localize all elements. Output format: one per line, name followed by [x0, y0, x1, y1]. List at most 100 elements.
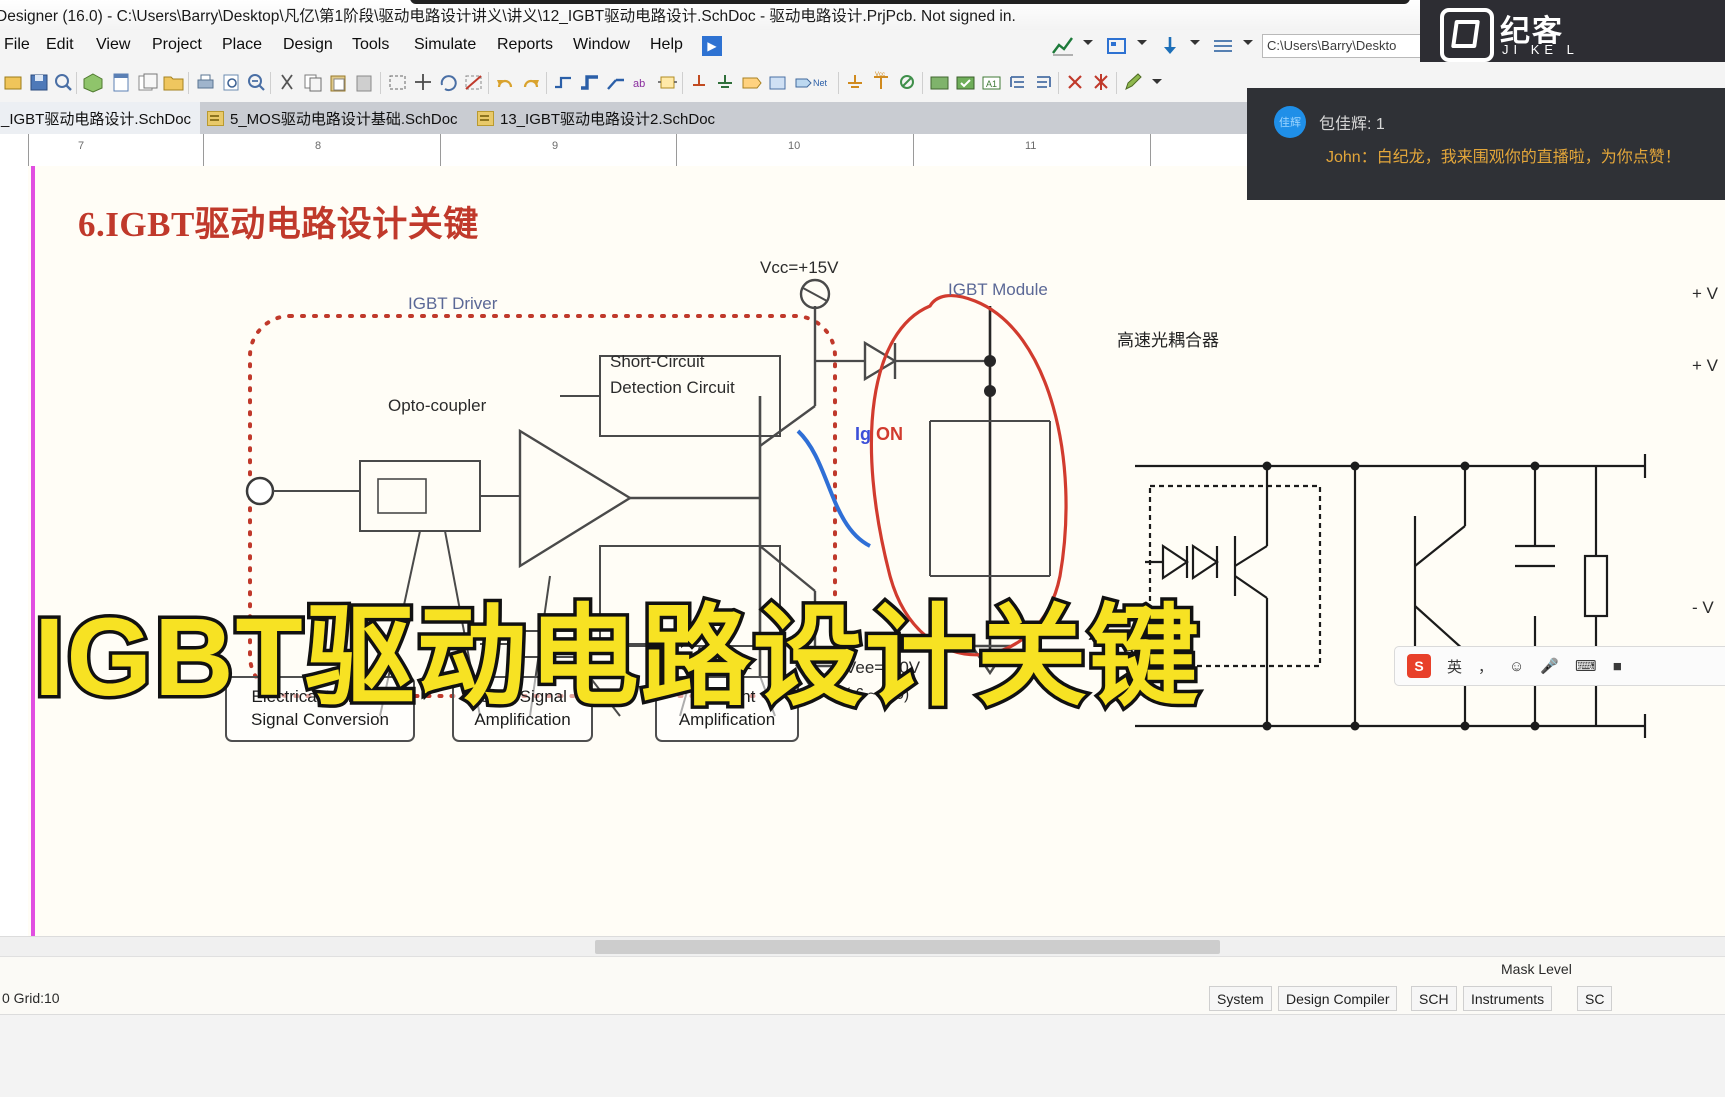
file-icon	[477, 110, 494, 126]
mask-level-label[interactable]: Mask Level	[1501, 961, 1572, 977]
panel-sch[interactable]: SCH	[1411, 986, 1457, 1011]
pen-icon[interactable]	[1122, 71, 1145, 94]
ime-toolbar[interactable]: S 英 ， ☺ 🎤 ⌨ ■	[1394, 646, 1725, 686]
place-part-icon[interactable]	[656, 71, 679, 94]
horizontal-scrollbar[interactable]	[0, 936, 1725, 957]
cut-icon[interactable]	[276, 71, 299, 94]
zoom-icon[interactable]	[52, 71, 75, 94]
rotate-icon[interactable]	[437, 71, 460, 94]
power-port-icon[interactable]	[688, 71, 711, 94]
redo-icon[interactable]	[520, 71, 543, 94]
label-ig: Ig	[855, 424, 871, 444]
port-icon[interactable]	[740, 71, 763, 94]
smiley-icon[interactable]: ☺	[1509, 658, 1524, 675]
play-arrow-icon[interactable]: ▶	[702, 36, 722, 56]
annotate-icon[interactable]: A1	[980, 71, 1003, 94]
menu-window[interactable]: Window	[573, 36, 630, 54]
move-icon[interactable]	[412, 71, 435, 94]
save-icon[interactable]	[28, 71, 51, 94]
menu-view[interactable]: View	[96, 36, 130, 54]
mic-icon[interactable]: 🎤	[1540, 657, 1559, 675]
ime-more-icon[interactable]: ■	[1613, 658, 1622, 675]
ruler-mark: 11	[1025, 140, 1037, 152]
menu-edit[interactable]: Edit	[46, 36, 74, 54]
window-title: Designer (16.0) - C:\Users\Barry\Desktop…	[0, 8, 1016, 25]
toolbar-separator-7	[682, 72, 683, 94]
chevron-down-icon-2[interactable]	[1137, 40, 1147, 45]
deselect-icon[interactable]	[462, 71, 485, 94]
menu-reports[interactable]: Reports	[497, 36, 553, 54]
bus-entry-icon[interactable]	[604, 71, 627, 94]
ime-punctuation-toggle[interactable]: ，	[1478, 656, 1493, 677]
validate-icon[interactable]	[954, 71, 977, 94]
bus-icon[interactable]	[578, 71, 601, 94]
sheet-boundary-line	[31, 166, 35, 936]
grid-icon[interactable]	[1210, 34, 1236, 58]
net-tool-icon[interactable]: Net	[812, 71, 835, 94]
chevron-down-icon-3[interactable]	[1190, 40, 1200, 45]
panel-system[interactable]: System	[1209, 986, 1272, 1011]
keyboard-icon[interactable]: ⌨	[1575, 657, 1597, 675]
cross-probe-icon[interactable]	[1064, 71, 1087, 94]
chat-message: John：白纪龙，我来围观你的直播啦，为你点赞！	[1326, 149, 1681, 166]
tab-mos-drive-basics[interactable]: 5_MOS驱动电路设计基础.SchDoc	[198, 102, 467, 134]
menu-place[interactable]: Place	[222, 36, 262, 54]
label-opto-coupler: Opto-coupler	[388, 396, 487, 415]
open-document-icon[interactable]	[2, 71, 25, 94]
menu-help[interactable]: Help	[650, 36, 683, 54]
gnd-port-icon[interactable]	[714, 71, 737, 94]
sogou-logo-icon[interactable]: S	[1407, 654, 1431, 678]
documents-icon[interactable]	[137, 71, 160, 94]
jike-logo-icon	[1440, 8, 1494, 62]
download-icon[interactable]	[1157, 34, 1183, 58]
tab-label: _IGBT驱动电路设计.SchDoc	[1, 110, 192, 128]
hierarchy-icon[interactable]	[1006, 71, 1029, 94]
menu-tools[interactable]: Tools	[352, 36, 389, 54]
menu-project[interactable]: Project	[152, 36, 202, 54]
ime-language-toggle[interactable]: 英	[1447, 656, 1462, 677]
label-ig-on: Ig ON	[855, 424, 903, 445]
tab-igbt-drive-circuit-2[interactable]: 13_IGBT驱动电路设计2.SchDoc	[468, 102, 724, 134]
chevron-down-icon-pen[interactable]	[1152, 79, 1162, 84]
svg-text:Net: Net	[813, 78, 828, 88]
panel-sc[interactable]: SC	[1577, 986, 1613, 1011]
schematic-canvas[interactable]: 6.IGBT驱动电路设计关键 IGBT Driver IGBT Module O…	[0, 166, 1725, 936]
scrollbar-thumb[interactable]	[595, 940, 1220, 954]
menu-file[interactable]: File	[4, 36, 30, 54]
compile-icon[interactable]	[928, 71, 951, 94]
menu-design[interactable]: Design	[283, 36, 333, 54]
clear-errors-icon[interactable]	[1090, 71, 1113, 94]
signal-chart-icon[interactable]	[1050, 34, 1076, 58]
tab-igbt-drive-circuit[interactable]: _IGBT驱动电路设计.SchDoc	[0, 102, 201, 134]
ruler-mark: 8	[315, 140, 322, 152]
zoom-area-icon[interactable]	[245, 71, 268, 94]
print-icon[interactable]	[194, 71, 217, 94]
select-area-icon[interactable]	[386, 71, 409, 94]
gnd-icon-2[interactable]	[844, 71, 867, 94]
board-insight-icon[interactable]	[1104, 34, 1130, 58]
toolbar-separator-8	[838, 72, 839, 94]
hierarchy-icon-2[interactable]	[1032, 71, 1055, 94]
toolbar-separator-3	[270, 72, 271, 94]
net-label-icon[interactable]: ab	[630, 71, 653, 94]
wire-icon[interactable]	[552, 71, 575, 94]
chevron-down-icon-1[interactable]	[1083, 40, 1093, 45]
no-erc-icon[interactable]	[896, 71, 919, 94]
paste-icon[interactable]	[327, 71, 350, 94]
undo-icon[interactable]	[494, 71, 517, 94]
print-preview-icon[interactable]	[220, 71, 243, 94]
panel-instruments[interactable]: Instruments	[1463, 986, 1553, 1011]
new-document-icon[interactable]	[110, 71, 133, 94]
chevron-down-icon-4[interactable]	[1243, 40, 1253, 45]
copy-icon[interactable]	[302, 71, 325, 94]
sheet-symbol-icon[interactable]	[766, 71, 789, 94]
label-plus-v-2: + V	[1692, 356, 1718, 375]
toolbar-separator-2	[188, 72, 189, 94]
panel-design-compiler[interactable]: Design Compiler	[1278, 986, 1398, 1011]
paste-special-icon[interactable]	[353, 71, 376, 94]
livestream-chat-panel: 佳辉 包佳辉: 1 John：白纪龙，我来围观你的直播啦，为你点赞！	[1247, 88, 1725, 200]
menu-simulate[interactable]: Simulate	[414, 36, 476, 54]
yellow-folder-icon[interactable]	[162, 71, 185, 94]
package-icon[interactable]	[82, 71, 105, 94]
vcc-icon[interactable]: Vcc	[870, 71, 893, 94]
